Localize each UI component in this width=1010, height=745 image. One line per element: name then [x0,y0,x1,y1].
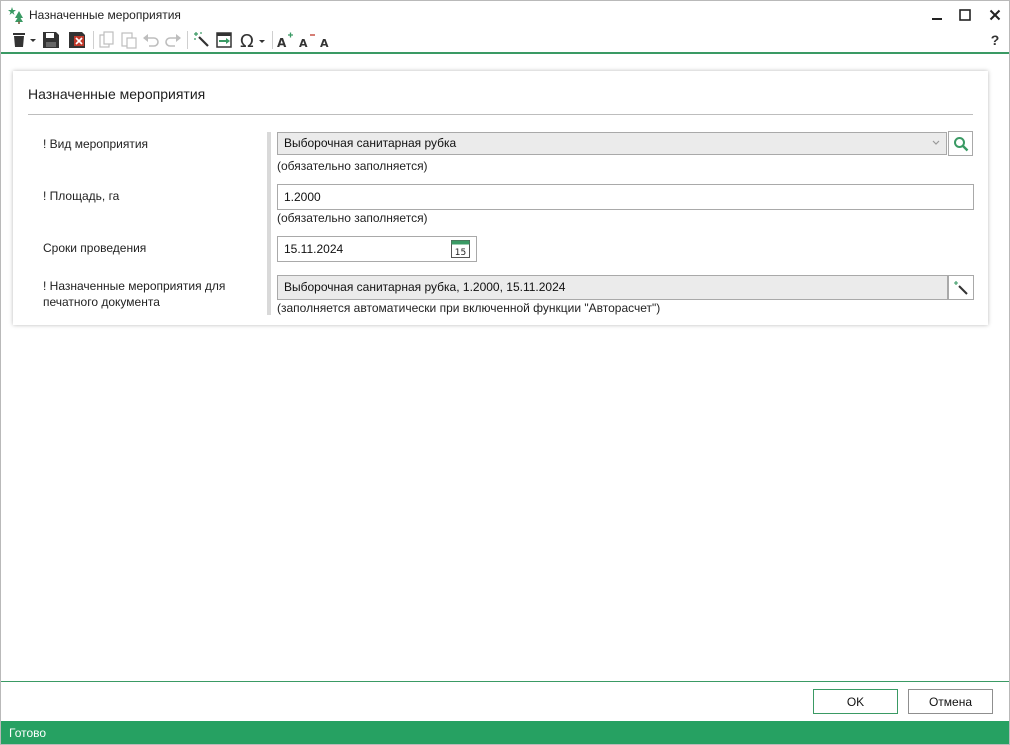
dialog-window: Назначенные мероприятия Ω A A A ? Назнач… [0,0,1010,745]
print-text-input[interactable]: Выборочная санитарная рубка, 1.2000, 15.… [277,275,948,300]
paste-icon [121,32,137,49]
save-button[interactable] [41,30,61,50]
autocalc-button[interactable] [948,275,974,300]
ok-button[interactable]: OK [813,689,898,714]
activity-type-label: ! Вид мероприятия [43,137,149,151]
help-icon[interactable]: ? [987,30,1003,50]
maximize-icon [959,9,971,21]
area-input[interactable]: 1.2000 [277,184,974,210]
svg-text:Ω: Ω [240,31,254,49]
undo-button[interactable] [142,30,160,50]
copy-button[interactable] [98,30,116,50]
print-text-label-line2: печатного документа [43,295,160,309]
import-button[interactable] [214,30,234,50]
label-column-divider [267,132,271,315]
search-button[interactable] [948,131,973,156]
activity-type-value: Выборочная санитарная рубка [284,136,457,150]
toolbar-separator [272,31,273,49]
date-input[interactable]: 15.11.2024 15 [277,236,477,262]
footer-divider [1,681,1009,682]
redo-icon [165,34,181,47]
form-card: Назначенные мероприятия ! Вид мероприяти… [13,71,988,325]
font-decrease-icon: A [299,34,315,49]
status-bar: Готово [1,721,1009,744]
font-reset-icon: A [320,37,329,49]
close-button[interactable] [984,5,1006,25]
save-icon [43,32,59,48]
calendar-icon[interactable]: 15 [451,239,470,258]
svg-text:A: A [320,37,329,49]
toolbar-separator [187,31,188,49]
calendar-day: 15 [455,248,466,258]
tree-star-icon [7,6,25,24]
svg-text:A: A [299,37,308,49]
minimize-button[interactable] [926,5,948,25]
wand-icon [194,32,209,47]
area-hint: (обязательно заполняется) [277,211,428,225]
special-symbols-button[interactable]: Ω [238,30,268,50]
omega-icon: Ω [240,31,265,49]
copy-icon [99,31,114,48]
delete-button[interactable] [9,30,37,50]
undo-icon [143,34,159,47]
close-icon [989,9,1001,21]
wand-button[interactable] [192,30,212,50]
redo-button[interactable] [164,30,182,50]
delete-icon [13,33,36,47]
date-value: 15.11.2024 [284,242,344,256]
paste-button[interactable] [120,30,138,50]
font-decrease-button[interactable]: A [298,30,316,50]
title-divider [28,114,973,115]
dates-label: Сроки проведения [43,241,147,255]
wand-icon [954,280,968,295]
toolbar-divider [1,52,1009,54]
import-icon [216,32,232,48]
print-text-label: ! Назначенные мероприятия для печатного … [43,278,225,310]
save-close-icon [69,32,85,48]
print-text-hint: (заполняется автоматически при включенно… [277,301,661,315]
status-text: Готово [9,726,47,740]
font-increase-button[interactable]: A [276,30,294,50]
save-close-button[interactable] [67,30,87,50]
activity-type-select[interactable]: Выборочная санитарная рубка [277,132,947,155]
search-icon [953,136,968,151]
form-title: Назначенные мероприятия [28,86,206,102]
font-reset-button[interactable]: A [318,30,334,50]
maximize-button[interactable] [954,5,976,25]
area-label: ! Площадь, га [43,189,120,203]
title-bar: Назначенные мероприятия [1,1,1009,29]
print-text-label-line1: ! Назначенные мероприятия для [43,279,226,293]
window-title: Назначенные мероприятия [29,8,181,22]
toolbar: Ω A A A ? [1,29,1009,51]
cancel-button[interactable]: Отмена [908,689,993,714]
minimize-icon [932,18,942,20]
activity-type-hint: (обязательно заполняется) [277,159,428,173]
chevron-down-icon[interactable] [931,133,941,160]
svg-text:A: A [277,36,287,49]
toolbar-separator [93,31,94,49]
font-increase-icon: A [277,32,293,49]
